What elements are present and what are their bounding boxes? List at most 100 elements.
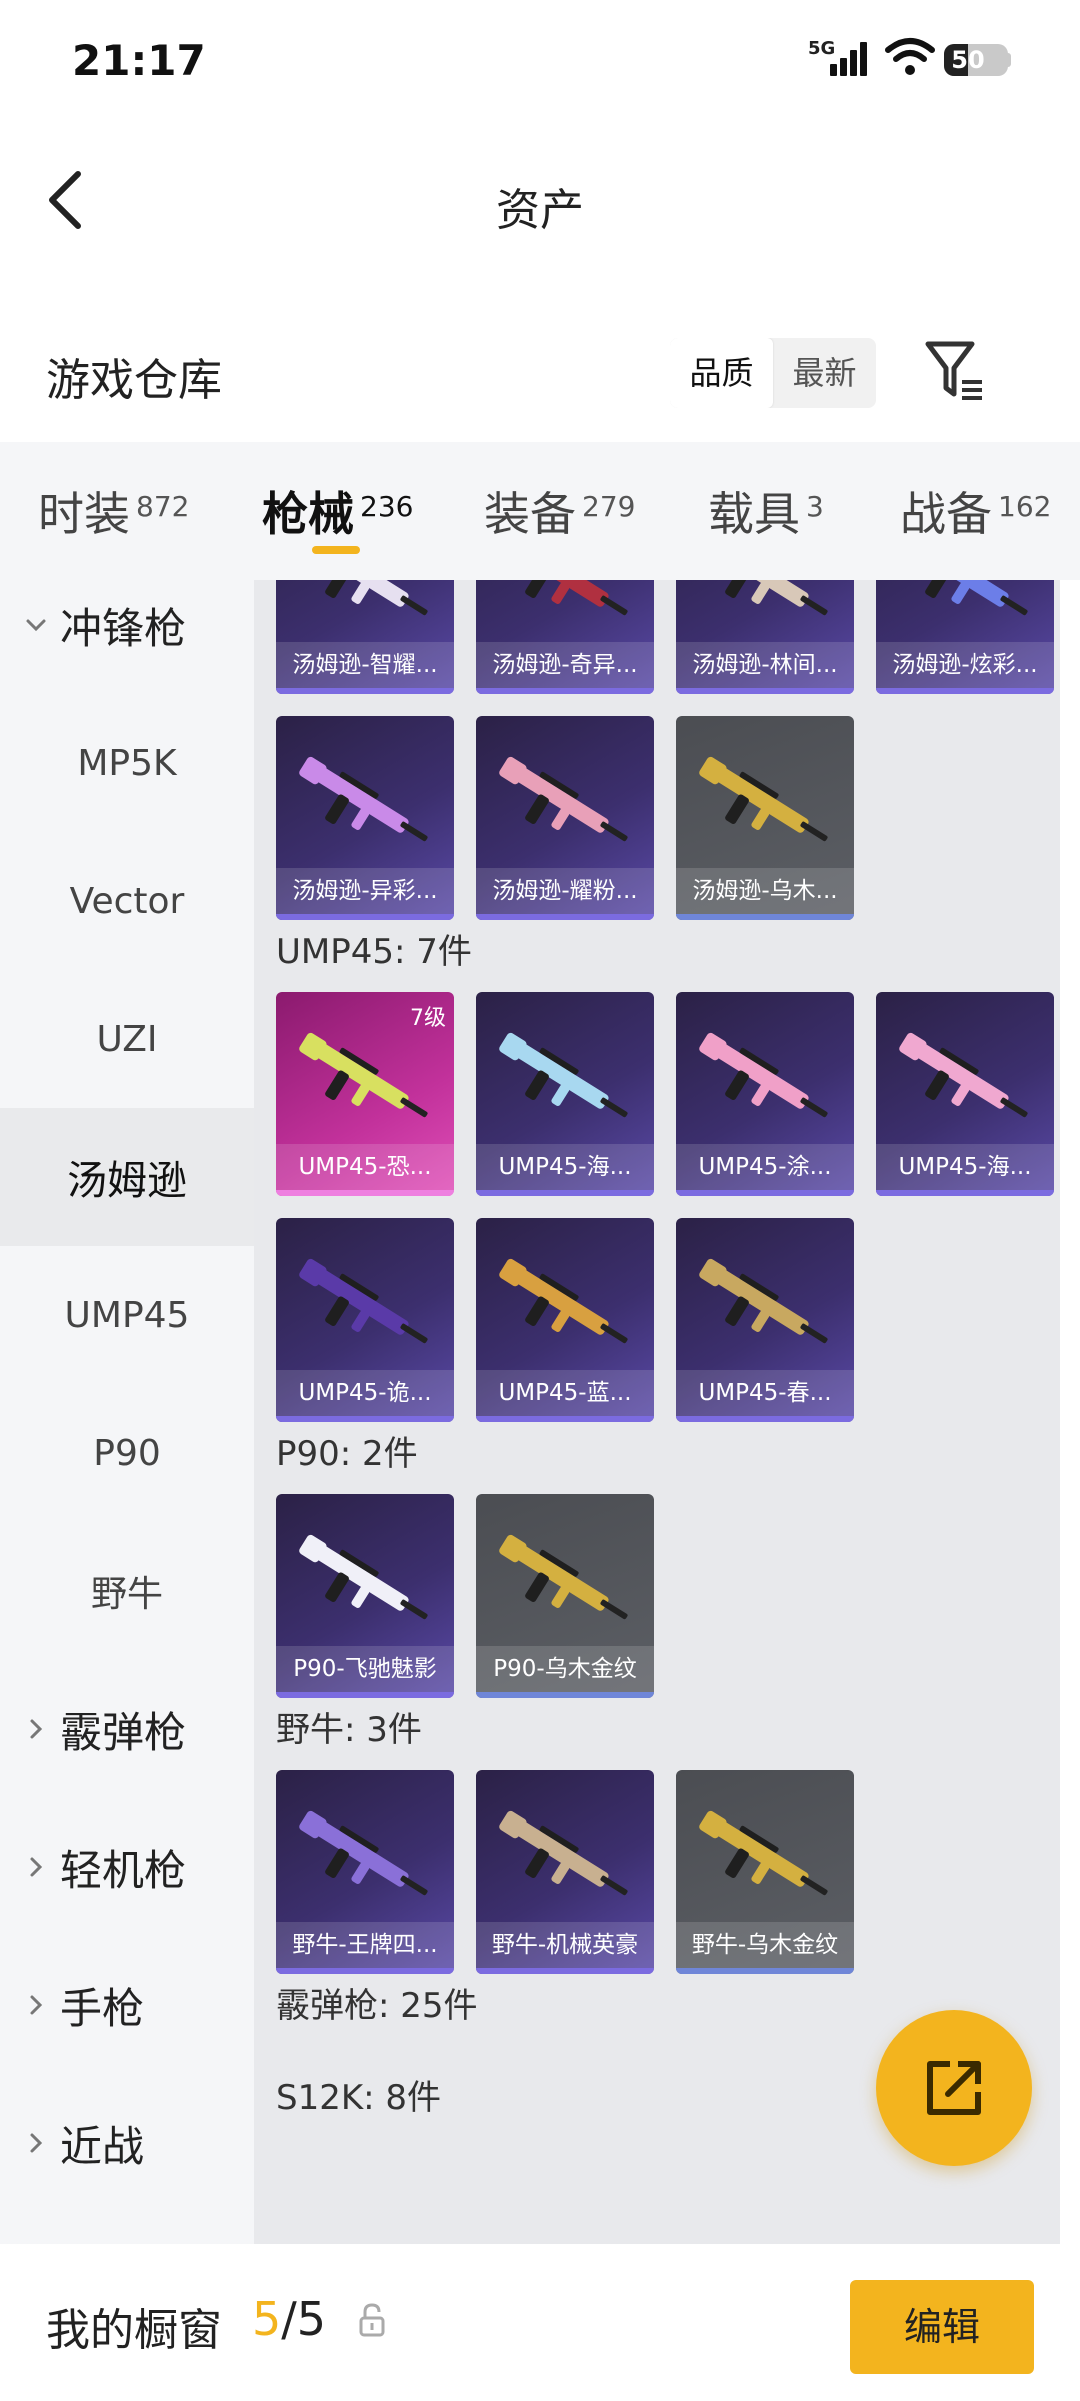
item-quality-bar [476, 1692, 654, 1698]
item-quality-bar [276, 1190, 454, 1196]
item-card[interactable]: UMP45-诡... [276, 1218, 454, 1422]
item-quality-bar [476, 1190, 654, 1196]
item-quality-bar [276, 688, 454, 694]
item-card[interactable]: UMP45-蓝... [476, 1218, 654, 1422]
share-external-icon [927, 2061, 981, 2115]
item-quality-bar [676, 1968, 854, 1974]
sidebar-item[interactable]: 手枪 [0, 1936, 254, 2074]
tab-supplies[interactable]: 战备 162 [900, 478, 1051, 544]
sort-quality-button[interactable]: 品质 [670, 338, 773, 408]
tab-count: 3 [806, 490, 824, 523]
cellular-signal-icon: 5G [808, 38, 868, 80]
tab-label: 时装 [38, 487, 130, 541]
item-quality-bar [276, 1416, 454, 1422]
group-label: 野牛: 3件 [276, 1710, 422, 1750]
item-card[interactable]: UMP45-涂... [676, 992, 854, 1196]
app-screen: 21:17 5G 50 资产 游戏仓库 品质 最新 时装 872 枪械 236 … [0, 0, 1080, 2401]
chevron-right-icon [30, 1995, 43, 2015]
tab-count: 162 [998, 490, 1052, 523]
item-card[interactable]: 汤姆逊-林间... [676, 580, 854, 694]
item-name: UMP45-涂... [676, 1144, 854, 1190]
item-card[interactable]: P90-乌木金纹 [476, 1494, 654, 1698]
chevron-right-icon [30, 2133, 43, 2153]
item-name: UMP45-春... [676, 1370, 854, 1416]
edit-button[interactable]: 编辑 [850, 2280, 1034, 2374]
sidebar-item[interactable]: 近战 [0, 2074, 254, 2212]
item-quality-bar [876, 688, 1054, 694]
battery-percent: 50 [951, 46, 985, 74]
item-level-badge: 7级 [410, 1006, 446, 1031]
sidebar-item-label: P90 [93, 1432, 161, 1474]
item-card[interactable]: 汤姆逊-炫彩... [876, 580, 1054, 694]
gun-skin-image [299, 1810, 428, 1896]
sidebar-item-label: Vector [69, 880, 185, 922]
item-quality-bar [676, 914, 854, 920]
status-bar: 21:17 5G 50 [0, 0, 1080, 120]
showcase-count-current: 5 [252, 2292, 282, 2346]
item-quality-bar [476, 1416, 654, 1422]
sidebar-item-label: UZI [96, 1018, 158, 1060]
item-card[interactable]: 汤姆逊-异彩... [276, 716, 454, 920]
item-quality-bar [276, 914, 454, 920]
tab-label: 战备 [900, 487, 992, 541]
item-card[interactable]: UMP45-春... [676, 1218, 854, 1422]
sidebar-item[interactable]: 霰弹枪 [0, 1660, 254, 1798]
item-name: UMP45-海... [876, 1144, 1054, 1190]
sidebar-item[interactable]: 冲锋枪 [0, 580, 254, 694]
item-quality-bar [676, 688, 854, 694]
item-card[interactable]: UMP45-海... [476, 992, 654, 1196]
sidebar-item[interactable]: 野牛 [0, 1522, 254, 1660]
tab-fashion[interactable]: 时装 872 [38, 478, 189, 544]
item-card[interactable]: 汤姆逊-智耀... [276, 580, 454, 694]
sidebar-item-label: 近战 [60, 2121, 145, 2171]
tab-count: 236 [360, 490, 414, 523]
sidebar-item[interactable]: UZI [0, 970, 254, 1108]
chevron-right-icon [30, 1719, 43, 1739]
page-title: 资产 [496, 185, 584, 236]
share-fab-button[interactable] [876, 2010, 1032, 2166]
tab-vehicles[interactable]: 载具 3 [708, 478, 824, 544]
item-card[interactable]: 汤姆逊-耀粉... [476, 716, 654, 920]
sidebar-item[interactable]: P90 [0, 1384, 254, 1522]
item-name: 野牛-王牌四... [276, 1922, 454, 1968]
item-name: 汤姆逊-智耀... [276, 642, 454, 688]
weapon-category-sidebar: 冲锋枪 MP5K Vector UZI 汤姆逊 UMP45 P90 野牛 霰弹枪 轻机枪手枪近战 [0, 580, 254, 2244]
item-quality-bar [276, 1692, 454, 1698]
sidebar-item-label: 手枪 [60, 1983, 145, 2033]
showcase-count-max: 5 [296, 2292, 327, 2346]
sidebar-item-label: 冲锋枪 [60, 603, 187, 653]
item-card[interactable]: 野牛-王牌四... [276, 1770, 454, 1974]
item-card[interactable]: UMP45-海... [876, 992, 1054, 1196]
item-card[interactable]: P90-飞驰魅影 [276, 1494, 454, 1698]
nav-bar: 资产 [0, 140, 1080, 260]
gun-skin-image [714, 580, 828, 616]
showcase-count: 5/5 [252, 2292, 326, 2346]
item-card[interactable]: 野牛-机械英豪 [476, 1770, 654, 1974]
sidebar-item[interactable]: Vector [0, 832, 254, 970]
sidebar-item[interactable]: MP5K [0, 694, 254, 832]
filter-icon[interactable] [924, 334, 986, 406]
sidebar-item[interactable]: 汤姆逊 [0, 1108, 254, 1246]
item-name: UMP45-恐... [276, 1144, 454, 1190]
item-name: 汤姆逊-炫彩... [876, 642, 1054, 688]
tab-equipment[interactable]: 装备 279 [484, 478, 635, 544]
status-time: 21:17 [72, 36, 206, 85]
sidebar-item[interactable]: 轻机枪 [0, 1798, 254, 1936]
tab-label: 载具 [708, 487, 800, 541]
gun-skin-image [699, 1810, 828, 1896]
tab-label: 装备 [484, 487, 576, 541]
sidebar-item[interactable]: UMP45 [0, 1246, 254, 1384]
gun-skin-image [699, 756, 828, 842]
item-card[interactable]: 7级 UMP45-恐... [276, 992, 454, 1196]
tab-guns[interactable]: 枪械 236 [262, 478, 413, 544]
gun-skin-image [299, 1534, 428, 1620]
showcase-bar: 我的橱窗 5/5 编辑 [0, 2244, 1080, 2401]
warehouse-header: 游戏仓库 品质 最新 [0, 320, 1080, 420]
sort-latest-button[interactable]: 最新 [773, 338, 876, 408]
chevron-down-icon [26, 619, 46, 632]
group-label: 霰弹枪: 25件 [276, 1986, 478, 2026]
item-card[interactable]: 野牛-乌木金纹 [676, 1770, 854, 1974]
item-quality-bar [476, 1968, 654, 1974]
item-card[interactable]: 汤姆逊-乌木... [676, 716, 854, 920]
item-card[interactable]: 汤姆逊-奇异... [476, 580, 654, 694]
